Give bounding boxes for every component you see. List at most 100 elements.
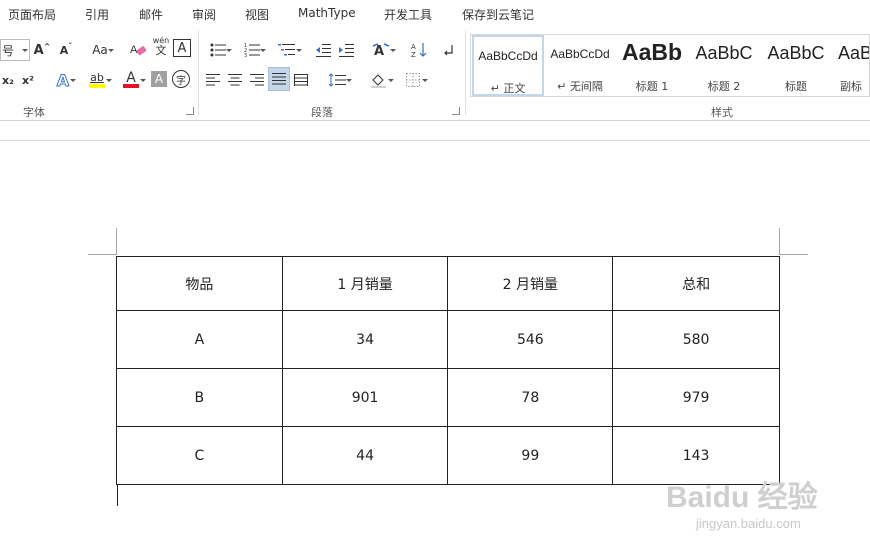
sort-icon[interactable]: AZ xyxy=(409,39,429,61)
menu-review[interactable]: 审阅 xyxy=(192,6,216,23)
justify-icon[interactable] xyxy=(268,67,290,91)
paragraph-group-label: 段落 xyxy=(311,106,333,119)
menu-save-to-cloud-notes[interactable]: 保存到云笔记 xyxy=(462,6,534,23)
table-header-cell[interactable]: 物品 xyxy=(116,256,283,311)
bullets-icon xyxy=(210,43,226,57)
group-divider xyxy=(465,31,466,115)
style-preview: AaBbCcDd xyxy=(478,49,538,63)
style-title[interactable]: AaBbC 标题 xyxy=(760,35,832,96)
page-corner-mark xyxy=(88,254,116,255)
decrease-indent-icon[interactable] xyxy=(313,39,333,61)
menu-page-layout[interactable]: 页面布局 xyxy=(8,6,56,23)
menu-mailings[interactable]: 邮件 xyxy=(139,6,163,23)
chevron-down-icon xyxy=(70,79,76,82)
table-cell[interactable]: 78 xyxy=(447,368,614,427)
table-row: B 901 78 979 xyxy=(116,368,780,427)
table-cell[interactable]: 580 xyxy=(612,310,780,369)
style-preview: AaBbC xyxy=(695,43,753,63)
style-no-spacing[interactable]: AaBbCcDd ↵ 无间隔 xyxy=(544,35,616,96)
page-corner-mark xyxy=(116,228,117,255)
svg-text:A: A xyxy=(130,44,138,56)
style-name: ↵ 正文 xyxy=(490,82,526,95)
align-left-icon[interactable] xyxy=(204,69,222,91)
multilevel-list-button[interactable] xyxy=(272,39,302,61)
style-name: 副标 xyxy=(840,80,862,93)
table-cell[interactable]: 99 xyxy=(447,426,614,485)
table-cell[interactable]: B xyxy=(116,368,283,427)
table-cell[interactable]: 901 xyxy=(281,368,449,427)
style-heading-2[interactable]: AaBbC 标题 2 xyxy=(688,35,760,96)
table-cell[interactable]: 34 xyxy=(281,310,449,369)
asian-layout-icon: A xyxy=(372,43,390,57)
menu-mathtype[interactable]: MathType xyxy=(298,6,356,20)
superscript-text: x² xyxy=(22,73,34,87)
phonetic-guide-icon[interactable]: wén 文 xyxy=(152,35,170,57)
font-color-button[interactable]: A xyxy=(116,69,146,91)
font-color-icon: A xyxy=(126,70,136,86)
style-normal[interactable]: AaBbCcDd ↵ 正文 xyxy=(472,35,544,96)
line-spacing-button[interactable] xyxy=(322,69,352,91)
distributed-icon[interactable] xyxy=(292,69,310,91)
change-case-button[interactable]: Aa xyxy=(86,39,114,61)
style-name: 标题 2 xyxy=(707,80,741,93)
table-cell[interactable]: 979 xyxy=(612,368,780,427)
chevron-down-icon xyxy=(22,49,28,52)
align-center-icon[interactable] xyxy=(226,69,244,91)
table-header-cell[interactable]: 2 月销量 xyxy=(447,256,614,311)
style-subtitle[interactable]: AaB 副标 xyxy=(832,35,870,96)
subscript-text: x₂ xyxy=(2,73,14,87)
highlight-swatch xyxy=(89,84,105,88)
show-paragraph-marks-icon[interactable] xyxy=(440,39,456,61)
table-header-cell[interactable]: 1 月销量 xyxy=(281,256,449,311)
bullets-button[interactable] xyxy=(204,39,232,61)
table-cell[interactable]: A xyxy=(116,310,283,369)
chevron-down-icon xyxy=(422,79,428,82)
line-spacing-icon xyxy=(328,73,346,87)
style-preview: AaBbC xyxy=(767,43,825,63)
menu-view[interactable]: 视图 xyxy=(245,6,269,23)
style-preview: AaBbCcDd xyxy=(550,47,610,61)
clear-format-icon[interactable]: A xyxy=(128,39,148,61)
svg-text:3: 3 xyxy=(244,53,247,57)
style-name: 标题 1 xyxy=(635,80,669,93)
baidu-watermark: Baidu 经验 jingyan.baidu.com xyxy=(666,472,866,542)
table-header-cell[interactable]: 总和 xyxy=(612,256,780,311)
ribbon: 号 A ^ Aˇ Aa A wén 文 A x₂ x² A ab A A 字 字体 xyxy=(0,27,870,121)
paragraph-shading-button[interactable] xyxy=(364,69,394,91)
text-effects-button[interactable]: A xyxy=(48,69,78,91)
watermark-logo: Baidu 经验 xyxy=(666,481,818,514)
style-preview: AaB xyxy=(838,43,870,63)
style-name: 标题 xyxy=(785,80,807,93)
font-dialog-launcher-icon[interactable] xyxy=(186,107,194,115)
table-cell[interactable]: 44 xyxy=(281,426,449,485)
character-border-icon[interactable]: A xyxy=(173,39,191,57)
chevron-down-icon xyxy=(388,79,394,82)
ruler-divider xyxy=(0,140,870,141)
character-shading-icon[interactable]: A xyxy=(151,71,167,87)
paragraph-dialog-launcher-icon[interactable] xyxy=(452,107,460,115)
numbering-button[interactable]: 123 xyxy=(238,39,266,61)
chevron-down-icon xyxy=(106,79,112,82)
chevron-down-icon xyxy=(296,49,302,52)
align-right-icon[interactable] xyxy=(248,69,266,91)
character-shading-text: A xyxy=(154,72,164,86)
style-preview: AaBb xyxy=(622,39,683,65)
increase-indent-icon[interactable] xyxy=(336,39,356,61)
subscript-icon[interactable]: x₂ xyxy=(0,69,16,91)
highlight-color-button[interactable]: ab xyxy=(82,69,112,91)
font-size-box[interactable]: 号 xyxy=(0,39,30,61)
enclose-characters-icon[interactable]: 字 xyxy=(172,70,190,88)
menu-developer[interactable]: 开发工具 xyxy=(384,6,432,23)
borders-button[interactable] xyxy=(398,69,428,91)
svg-text:Z: Z xyxy=(411,51,416,58)
grow-font-icon[interactable]: A ^ xyxy=(34,39,51,61)
style-heading-1[interactable]: AaBb 标题 1 xyxy=(616,35,688,96)
watermark-url: jingyan.baidu.com xyxy=(696,516,801,531)
shrink-font-icon[interactable]: Aˇ xyxy=(58,39,74,61)
font-size-value: 号 xyxy=(2,43,15,58)
menu-references[interactable]: 引用 xyxy=(85,6,109,23)
superscript-icon[interactable]: x² xyxy=(20,69,36,91)
table-cell[interactable]: C xyxy=(116,426,283,485)
asian-layout-button[interactable]: A xyxy=(366,39,396,61)
table-cell[interactable]: 546 xyxy=(447,310,614,369)
